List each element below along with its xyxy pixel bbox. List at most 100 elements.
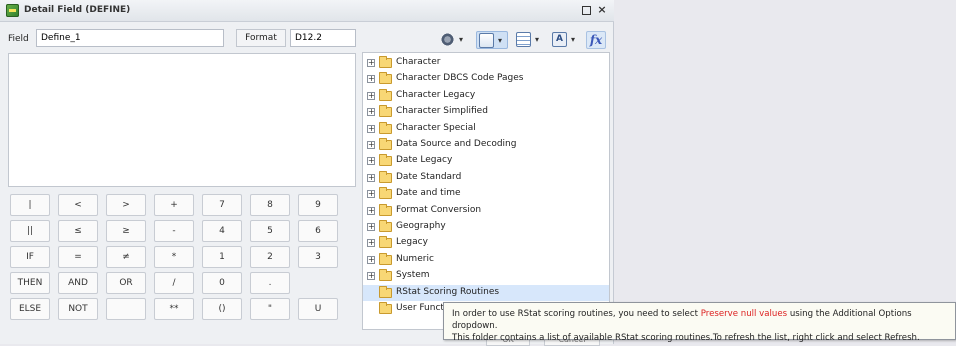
- tree-item-label: Legacy: [396, 237, 428, 248]
- tree-item-label: Format Conversion: [396, 204, 482, 215]
- expand-icon[interactable]: +: [367, 255, 375, 264]
- keypad-key[interactable]: 6: [298, 220, 338, 242]
- folder-tooltip: In order to use RStat scoring routines, …: [443, 302, 956, 343]
- tree-item[interactable]: + Character Simplified: [363, 104, 609, 120]
- expand-icon[interactable]: +: [367, 75, 375, 84]
- keypad-key[interactable]: IF: [10, 246, 50, 268]
- title-bar[interactable]: Detail Field (DEFINE) ×: [0, 0, 614, 22]
- tree-item-label: Numeric: [396, 253, 434, 264]
- keypad-key[interactable]: *: [154, 246, 194, 268]
- keypad-key[interactable]: /: [154, 272, 194, 294]
- tree-item-label: System: [396, 270, 430, 281]
- keypad-key[interactable]: AND: [58, 272, 98, 294]
- keypad-key[interactable]: ELSE: [10, 298, 50, 320]
- tree-item[interactable]: RStat Scoring Routines: [363, 284, 609, 301]
- keypad-key[interactable]: 2: [250, 246, 290, 268]
- keypad-key[interactable]: 7: [202, 194, 242, 216]
- keypad-key[interactable]: +: [154, 194, 194, 216]
- keypad-key[interactable]: (): [202, 298, 242, 320]
- function-button[interactable]: fx: [586, 31, 606, 49]
- settings-dropdown[interactable]: ▾: [438, 31, 470, 49]
- keypad-key[interactable]: **: [154, 298, 194, 320]
- tree-item[interactable]: + Date Legacy: [363, 153, 609, 169]
- keypad-key[interactable]: ≤: [58, 220, 98, 242]
- keypad-key[interactable]: ≥: [106, 220, 146, 242]
- tree-item-label: Character Legacy: [396, 89, 476, 100]
- chevron-down-icon: ▾: [498, 36, 503, 45]
- folder-icon: [379, 72, 392, 85]
- keypad-key[interactable]: ≠: [106, 246, 146, 268]
- tooltip-highlight: Preserve null values: [700, 309, 788, 319]
- keypad-key[interactable]: ": [250, 298, 290, 320]
- tree-item[interactable]: + Character Special: [363, 121, 609, 137]
- tree-item[interactable]: + Geography: [363, 219, 609, 235]
- keypad-key[interactable]: THEN: [10, 272, 50, 294]
- tree-item[interactable]: + Date Standard: [363, 170, 609, 186]
- tree-item[interactable]: + System: [363, 268, 609, 284]
- keypad-key[interactable]: 1: [202, 246, 242, 268]
- keypad-key[interactable]: 8: [250, 194, 290, 216]
- expand-icon[interactable]: +: [367, 206, 375, 215]
- view-dropdown[interactable]: ▾: [476, 31, 508, 49]
- tree-item[interactable]: + Character: [363, 55, 609, 71]
- tree-item[interactable]: + Date and time: [363, 186, 609, 202]
- keypad-key[interactable]: 3: [298, 246, 338, 268]
- close-icon[interactable]: ×: [596, 4, 608, 16]
- folder-icon: [379, 302, 392, 314]
- expression-editor[interactable]: [8, 53, 356, 187]
- font-dropdown[interactable]: A ▾: [550, 31, 582, 49]
- keypad-key[interactable]: 9: [298, 194, 338, 216]
- field-name-input[interactable]: [36, 29, 224, 47]
- expand-icon[interactable]: +: [367, 59, 375, 67]
- expand-icon[interactable]: +: [367, 108, 375, 117]
- expand-icon[interactable]: +: [367, 223, 375, 231]
- chevron-down-icon: ▾: [571, 35, 576, 44]
- expand-icon[interactable]: +: [367, 190, 375, 199]
- keypad-key[interactable]: <: [58, 194, 98, 216]
- tree-item-label: Character: [396, 57, 441, 67]
- expand-icon[interactable]: +: [367, 157, 375, 166]
- tree-item[interactable]: + Numeric: [363, 252, 609, 268]
- tree-item[interactable]: + Format Conversion: [363, 203, 609, 219]
- tree-item-label: User Functi: [396, 303, 447, 313]
- keypad-key[interactable]: [106, 298, 146, 320]
- expand-icon[interactable]: +: [367, 124, 375, 133]
- format-button[interactable]: Format: [236, 29, 286, 47]
- tree-item-label: Date and time: [396, 188, 461, 199]
- app-icon: [6, 4, 19, 17]
- keypad-key[interactable]: ||: [10, 220, 50, 242]
- restore-icon[interactable]: [580, 4, 592, 16]
- window-title: Detail Field (DEFINE): [24, 5, 131, 15]
- keypad-key[interactable]: OR: [106, 272, 146, 294]
- expand-icon[interactable]: +: [367, 173, 375, 182]
- tree-item[interactable]: + Character Legacy: [363, 88, 609, 104]
- keypad-key[interactable]: 0: [202, 272, 242, 294]
- folder-icon: [379, 187, 392, 200]
- keypad-key[interactable]: NOT: [58, 298, 98, 320]
- keypad-key[interactable]: 4: [202, 220, 242, 242]
- folder-icon: [379, 56, 392, 68]
- tree-item[interactable]: + Legacy: [363, 235, 609, 251]
- chevron-down-icon: ▾: [535, 35, 540, 44]
- format-input[interactable]: [290, 29, 356, 47]
- tree-item-label: Date Legacy: [396, 155, 453, 166]
- keypad-key[interactable]: U: [298, 298, 338, 320]
- expand-icon[interactable]: +: [367, 239, 375, 248]
- list-dropdown[interactable]: ▾: [514, 31, 546, 49]
- tree-item-label: Data Source and Decoding: [396, 139, 517, 149]
- expand-icon[interactable]: +: [367, 272, 375, 281]
- folder-icon: [379, 138, 392, 150]
- folder-icon: [379, 154, 392, 167]
- keypad-key[interactable]: =: [58, 246, 98, 268]
- tree-item[interactable]: + Character DBCS Code Pages: [363, 71, 609, 87]
- keypad-key[interactable]: .: [250, 272, 290, 294]
- keypad-key[interactable]: |: [10, 194, 50, 216]
- keypad-key[interactable]: -: [154, 220, 194, 242]
- expand-icon[interactable]: +: [367, 91, 375, 100]
- expand-icon[interactable]: +: [367, 141, 375, 149]
- keypad-key[interactable]: >: [106, 194, 146, 216]
- grid-view-icon: [479, 33, 494, 48]
- gear-icon: [440, 32, 455, 47]
- keypad-key[interactable]: 5: [250, 220, 290, 242]
- tree-item[interactable]: + Data Source and Decoding: [363, 137, 609, 153]
